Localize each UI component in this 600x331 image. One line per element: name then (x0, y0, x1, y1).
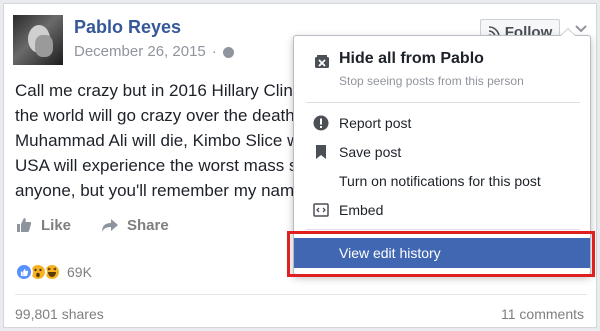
share-label: Share (127, 216, 169, 234)
menu-item-report-post[interactable]: Report post (294, 110, 590, 136)
menu-item-label: Report post (339, 115, 412, 131)
reactions-summary[interactable]: 69K (15, 263, 92, 281)
avatar-hand (35, 35, 53, 57)
post-options-menu: Hide all from Pablo Stop seeing posts fr… (293, 28, 591, 275)
post-meta: December 26, 2015 · (74, 43, 234, 60)
chevron-down-icon[interactable] (574, 22, 588, 36)
globe-icon[interactable] (222, 47, 234, 58)
shares-count[interactable]: 99,801 shares (15, 306, 104, 322)
menu-divider (306, 229, 580, 230)
menu-item-save-post[interactable]: Save post (294, 139, 590, 165)
menu-item-label: Turn on notifications for this post (339, 173, 541, 189)
like-button[interactable]: Like (15, 216, 71, 234)
hide-feed-icon (315, 55, 329, 68)
menu-item-embed[interactable]: Embed (294, 197, 590, 223)
hide-all-subtitle: Stop seeing posts from this person (339, 74, 524, 88)
menu-item-label: Embed (339, 202, 384, 218)
bookmark-icon (316, 145, 326, 159)
menu-item-hide-all[interactable]: Hide all from Pablo Stop seeing posts fr… (294, 42, 590, 92)
thumbs-up-icon (17, 218, 32, 232)
author-name[interactable]: Pablo Reyes (74, 17, 181, 38)
menu-item-view-edit-history[interactable]: View edit history (294, 238, 590, 268)
reaction-count: 69K (67, 264, 92, 280)
report-icon (313, 115, 329, 131)
menu-item-turn-on-notifications[interactable]: Turn on notifications for this post (294, 168, 590, 194)
post-actions: Like Share (15, 216, 169, 234)
meta-separator: · (211, 43, 217, 60)
like-reaction-icon (15, 263, 33, 281)
menu-item-label: Save post (339, 144, 402, 160)
share-button[interactable]: Share (101, 216, 169, 234)
embed-icon (313, 203, 329, 217)
menu-divider (306, 102, 580, 103)
like-label: Like (41, 216, 72, 234)
post-date[interactable]: December 26, 2015 (74, 43, 206, 60)
divider (15, 294, 587, 295)
menu-item-label: View edit history (339, 245, 441, 261)
share-arrow-icon (102, 219, 119, 232)
avatar[interactable] (13, 15, 63, 65)
comments-count[interactable]: 11 comments (501, 306, 584, 322)
hide-all-title: Hide all from Pablo (339, 50, 484, 67)
